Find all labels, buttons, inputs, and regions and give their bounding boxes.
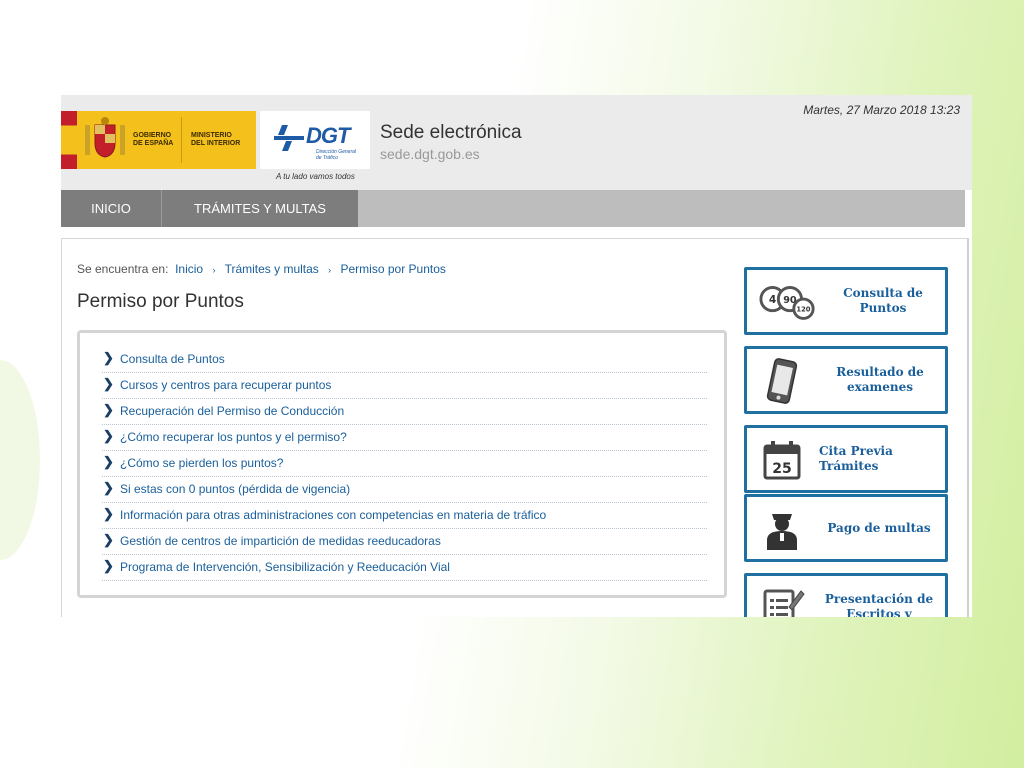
- chevron-right-icon: ❯: [103, 350, 114, 365]
- icon-text-4: 4: [769, 293, 776, 306]
- dgt-sub-line2: de Tráfico: [316, 155, 338, 161]
- button-label: Pago de multas: [819, 497, 939, 559]
- button-label-line1: Presentación de: [824, 592, 934, 606]
- gov-text-line2: DE ESPAÑA: [133, 140, 174, 147]
- button-label-line2: Puntos: [859, 301, 907, 315]
- list-item-label[interactable]: Recuperación del Permiso de Conducción: [120, 404, 344, 418]
- gobierno-espana-logo[interactable]: GOBIERNO DE ESPAÑA MINISTERIO DEL INTERI…: [61, 111, 256, 169]
- button-label-line1: Pago de multas: [827, 520, 931, 535]
- list-item[interactable]: ❯ Recuperación del Permiso de Conducción: [102, 400, 707, 425]
- chevron-right-icon: ❯: [103, 376, 114, 391]
- consulta-puntos-button[interactable]: 4 90 120 Consulta de Puntos: [744, 267, 948, 335]
- calendar-icon: 25: [763, 441, 801, 480]
- list-item[interactable]: ❯ Cursos y centros para recuperar puntos: [102, 374, 707, 399]
- dgt-logo[interactable]: DGT Dirección General de Tráfico: [260, 111, 370, 169]
- list-item-label[interactable]: ¿Cómo se pierden los puntos?: [120, 456, 283, 470]
- browser-screenshot: GOBIERNO DE ESPAÑA MINISTERIO DEL INTERI…: [61, 95, 972, 617]
- breadcrumb-item-tramites[interactable]: Trámites y multas: [225, 262, 319, 276]
- chevron-right-icon: ❯: [103, 558, 114, 573]
- button-label-line1: Cita Previa: [819, 444, 893, 458]
- icon-text-120: 120: [796, 306, 810, 314]
- gov-text-line1: GOBIERNO: [133, 132, 172, 139]
- content-area: Se encuentra en: Inicio › Trámites y mul…: [61, 238, 969, 617]
- list-item-label[interactable]: Cursos y centros para recuperar puntos: [120, 378, 331, 392]
- site-url: sede.dgt.gob.es: [380, 146, 480, 162]
- ministry-text-line2: DEL INTERIOR: [191, 140, 241, 147]
- current-datetime: Martes, 27 Marzo 2018 13:23: [803, 103, 960, 117]
- calendar-day: 25: [772, 461, 791, 477]
- small-chevron-right-icon: ›: [328, 265, 332, 275]
- main-nav: INICIO TRÁMITES Y MULTAS: [61, 190, 965, 227]
- presentacion-escritos-button[interactable]: Presentación de Escritos y: [744, 573, 948, 617]
- dgt-text: DGT: [306, 123, 350, 148]
- background-leaf-decoration: [0, 360, 40, 560]
- list-item[interactable]: ❯ Programa de Intervención, Sensibilizaci…: [102, 556, 707, 581]
- button-label-line2: Trámites: [819, 459, 879, 473]
- nav-item-inicio[interactable]: INICIO: [61, 190, 161, 227]
- list-item[interactable]: ❯ Gestión de centros de impartición de me…: [102, 530, 707, 555]
- cita-previa-button[interactable]: 25 Cita Previa Trámites: [744, 425, 948, 493]
- pago-multas-button[interactable]: Pago de multas: [744, 494, 948, 562]
- breadcrumb: Se encuentra en: Inicio › Trámites y mul…: [77, 262, 446, 276]
- button-label-line1: Consulta de: [843, 286, 923, 300]
- breadcrumb-item-inicio[interactable]: Inicio: [175, 262, 203, 276]
- site-header: GOBIERNO DE ESPAÑA MINISTERIO DEL INTERI…: [61, 95, 972, 190]
- points-speed-signs-icon: 4 90 120: [759, 286, 815, 320]
- button-label: Cita Previa Trámites: [819, 428, 939, 490]
- list-item-label[interactable]: ¿Cómo recuperar los puntos y el permiso?: [120, 430, 347, 444]
- list-item-label[interactable]: Consulta de Puntos: [120, 352, 225, 366]
- site-title: Sede electrónica: [380, 122, 522, 143]
- resultado-examenes-button[interactable]: Resultado de examenes: [744, 346, 948, 414]
- coat-of-arms-icon: [85, 117, 125, 158]
- button-label-line2: examenes: [846, 380, 913, 394]
- list-item[interactable]: ❯ Consulta de Puntos: [102, 348, 707, 373]
- list-item[interactable]: ❯ ¿Cómo recuperar los puntos y el permiso…: [102, 426, 707, 451]
- mobile-phone-icon: [766, 358, 798, 404]
- chevron-right-icon: ❯: [103, 532, 114, 547]
- dgt-mark-icon: [274, 125, 304, 151]
- small-chevron-right-icon: ›: [212, 265, 216, 275]
- list-item[interactable]: ❯ Si estas con 0 puntos (pérdida de vigen…: [102, 478, 707, 503]
- page-title: Permiso por Puntos: [77, 291, 244, 312]
- police-officer-icon: [767, 514, 797, 550]
- chevron-right-icon: ❯: [103, 480, 114, 495]
- list-item-label[interactable]: Programa de Intervención, Sensibilizació…: [120, 560, 450, 574]
- list-item-label[interactable]: Gestión de centros de impartición de med…: [120, 534, 441, 548]
- chevron-right-icon: ❯: [103, 402, 114, 417]
- button-label-line2: Escritos y: [846, 607, 912, 617]
- document-pencil-icon: [763, 589, 805, 617]
- breadcrumb-item-permiso-puntos[interactable]: Permiso por Puntos: [341, 262, 446, 276]
- button-label: Presentación de Escritos y: [819, 576, 939, 617]
- breadcrumb-prefix: Se encuentra en:: [77, 262, 169, 276]
- ministry-text-line1: MINISTERIO: [191, 132, 232, 139]
- list-item-label[interactable]: Si estas con 0 puntos (pérdida de vigenc…: [120, 482, 350, 496]
- links-panel: ❯ Consulta de Puntos ❯ Cursos y centros pa…: [77, 330, 727, 598]
- chevron-right-icon: ❯: [103, 454, 114, 469]
- gov-divider: [181, 117, 182, 163]
- links-list: ❯ Consulta de Puntos ❯ Cursos y centros pa…: [102, 348, 707, 582]
- tagline: A tu lado vamos todos: [276, 172, 355, 181]
- nav-item-tramites-y-multas[interactable]: TRÁMITES Y MULTAS: [161, 190, 358, 227]
- button-label: Consulta de Puntos: [827, 270, 939, 332]
- list-item-label[interactable]: Información para otras administraciones …: [120, 508, 546, 522]
- chevron-right-icon: ❯: [103, 428, 114, 443]
- list-item[interactable]: ❯ ¿Cómo se pierden los puntos?: [102, 452, 707, 477]
- flag-icon: [61, 111, 77, 169]
- button-label-line1: Resultado de: [836, 365, 924, 379]
- button-label: Resultado de examenes: [821, 349, 939, 411]
- list-item[interactable]: ❯ Información para otras administraciones…: [102, 504, 707, 529]
- chevron-right-icon: ❯: [103, 506, 114, 521]
